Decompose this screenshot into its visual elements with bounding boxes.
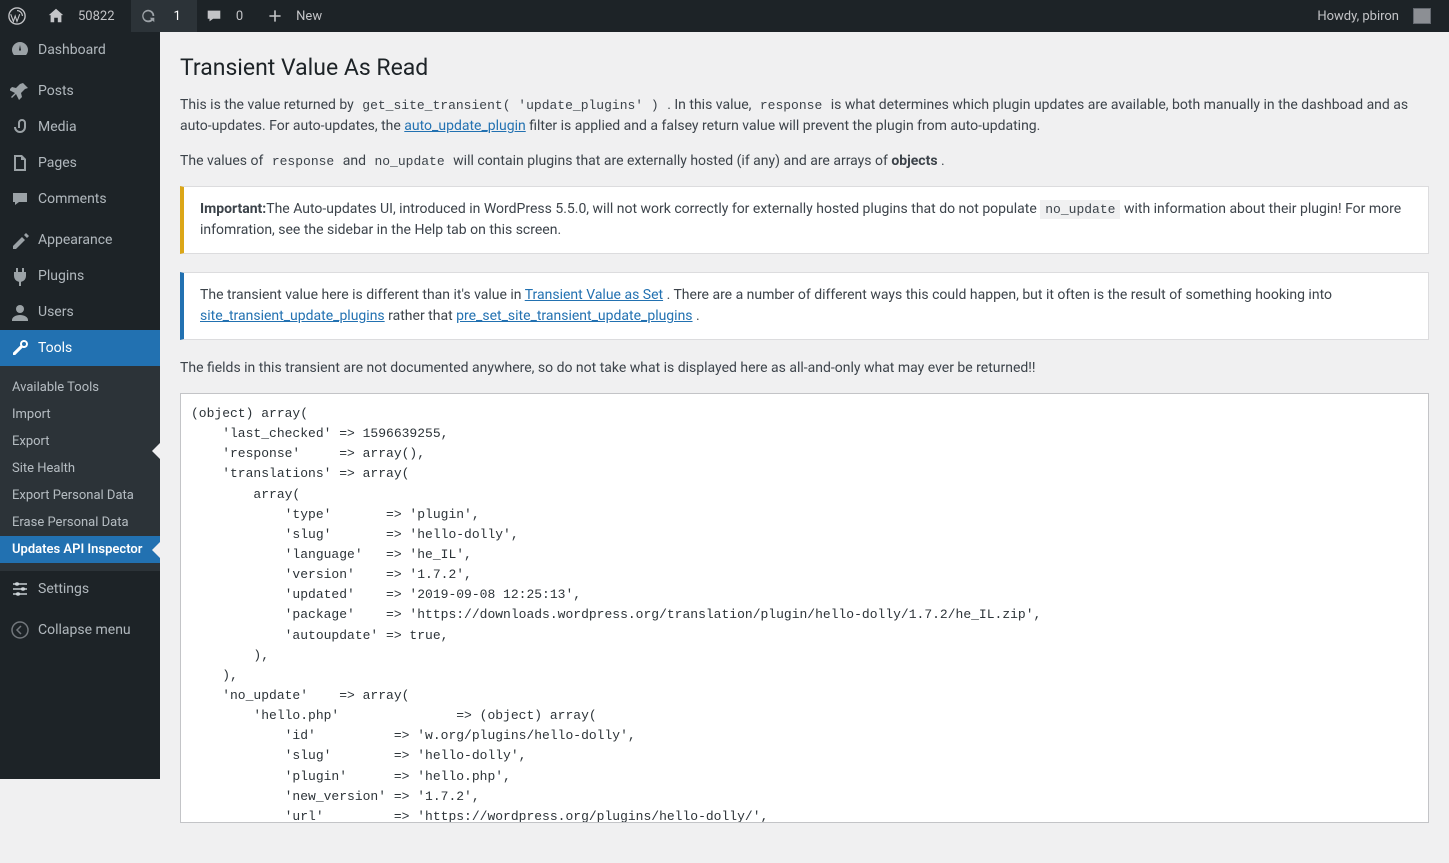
code-get-site-transient: get_site_transient( 'update_plugins' ) <box>357 96 663 115</box>
sidebar-item-label: Pages <box>38 155 77 171</box>
settings-icon <box>10 579 30 599</box>
sidebar-item-label: Settings <box>38 581 89 597</box>
comments-count: 0 <box>228 0 251 32</box>
sub-import[interactable]: Import <box>0 401 160 428</box>
appearance-icon <box>10 230 30 250</box>
sub-site-health[interactable]: Site Health <box>0 455 160 482</box>
updates-link[interactable]: 1 <box>131 0 197 32</box>
sidebar-item-label: Comments <box>38 191 107 207</box>
sidebar-item-label: Appearance <box>38 232 112 248</box>
notice-important-label: Important: <box>200 201 266 217</box>
sidebar-item-label: Tools <box>38 340 72 356</box>
avatar <box>1413 8 1431 24</box>
sidebar-item-pages[interactable]: Pages <box>0 145 160 181</box>
link-transient-value-as-set[interactable]: Transient Value as Set <box>525 287 663 303</box>
admin-bar: 50822 1 0 New Howdy, pbiron <box>0 0 1449 32</box>
sidebar-item-users[interactable]: Users <box>0 294 160 330</box>
sidebar-item-media[interactable]: Media <box>0 109 160 145</box>
plugins-icon <box>10 266 30 286</box>
link-pre-set-site-transient[interactable]: pre_set_site_transient_update_plugins <box>456 308 692 324</box>
intro-paragraph-2: The values of response and no_update wil… <box>180 151 1429 172</box>
bold-objects: objects <box>891 153 937 169</box>
transient-value-code[interactable]: (object) array( 'last_checked' => 159663… <box>180 393 1429 823</box>
dashboard-icon <box>10 40 30 60</box>
sidebar-item-label: Dashboard <box>38 42 106 58</box>
page-title: Transient Value As Read <box>180 54 1429 81</box>
comments-link[interactable]: 0 <box>197 0 259 32</box>
sidebar-item-label: Plugins <box>38 268 84 284</box>
code-no-update-2: no_update <box>1040 200 1120 219</box>
notice-important: Important:The Auto-updates UI, introduce… <box>180 186 1429 254</box>
sub-available-tools[interactable]: Available Tools <box>0 374 160 401</box>
media-icon <box>10 117 30 137</box>
notice-diff: The transient value here is different th… <box>180 272 1429 340</box>
pin-icon <box>10 81 30 101</box>
sidebar-item-label: Posts <box>38 83 74 99</box>
comments-icon <box>10 189 30 209</box>
howdy-text: Howdy, pbiron <box>1309 0 1407 32</box>
pages-icon <box>10 153 30 173</box>
code-response-2: response <box>267 152 339 171</box>
users-icon <box>10 302 30 322</box>
collapse-label: Collapse menu <box>38 622 131 638</box>
sub-export-personal[interactable]: Export Personal Data <box>0 482 160 509</box>
site-name-link[interactable]: 50822 <box>39 0 131 32</box>
sidebar-item-dashboard[interactable]: Dashboard <box>0 32 160 68</box>
link-auto-update-plugin[interactable]: auto_update_plugin <box>404 118 525 134</box>
collapse-icon <box>10 620 30 640</box>
sidebar-item-comments[interactable]: Comments <box>0 181 160 217</box>
sidebar-item-tools[interactable]: Tools <box>0 330 160 366</box>
new-label: New <box>288 0 330 32</box>
intro-paragraph-1: This is the value returned by get_site_t… <box>180 95 1429 137</box>
code-response: response <box>755 96 827 115</box>
site-name: 50822 <box>70 0 123 32</box>
tools-icon <box>10 338 30 358</box>
admin-sidebar: Dashboard Posts Media Pages Comments App… <box>0 32 160 779</box>
sub-updates-api[interactable]: Updates API Inspector <box>0 536 160 563</box>
sidebar-item-label: Media <box>38 119 77 135</box>
sub-export[interactable]: Export <box>0 428 160 455</box>
new-content-link[interactable]: New <box>259 0 338 32</box>
collapse-menu[interactable]: Collapse menu <box>0 612 160 648</box>
sidebar-item-appearance[interactable]: Appearance <box>0 222 160 258</box>
sidebar-item-settings[interactable]: Settings <box>0 571 160 607</box>
main-content: Transient Value As Read This is the valu… <box>160 32 1449 863</box>
code-no-update: no_update <box>369 152 449 171</box>
sidebar-item-plugins[interactable]: Plugins <box>0 258 160 294</box>
updates-count: 1 <box>166 0 189 32</box>
sidebar-item-label: Users <box>38 304 74 320</box>
my-account[interactable]: Howdy, pbiron <box>1301 0 1439 32</box>
sidebar-item-posts[interactable]: Posts <box>0 73 160 109</box>
sub-erase-personal[interactable]: Erase Personal Data <box>0 509 160 536</box>
link-site-transient-update-plugins[interactable]: site_transient_update_plugins <box>200 308 385 324</box>
wp-logo[interactable] <box>0 0 39 32</box>
disclaimer: The fields in this transient are not doc… <box>180 358 1429 379</box>
